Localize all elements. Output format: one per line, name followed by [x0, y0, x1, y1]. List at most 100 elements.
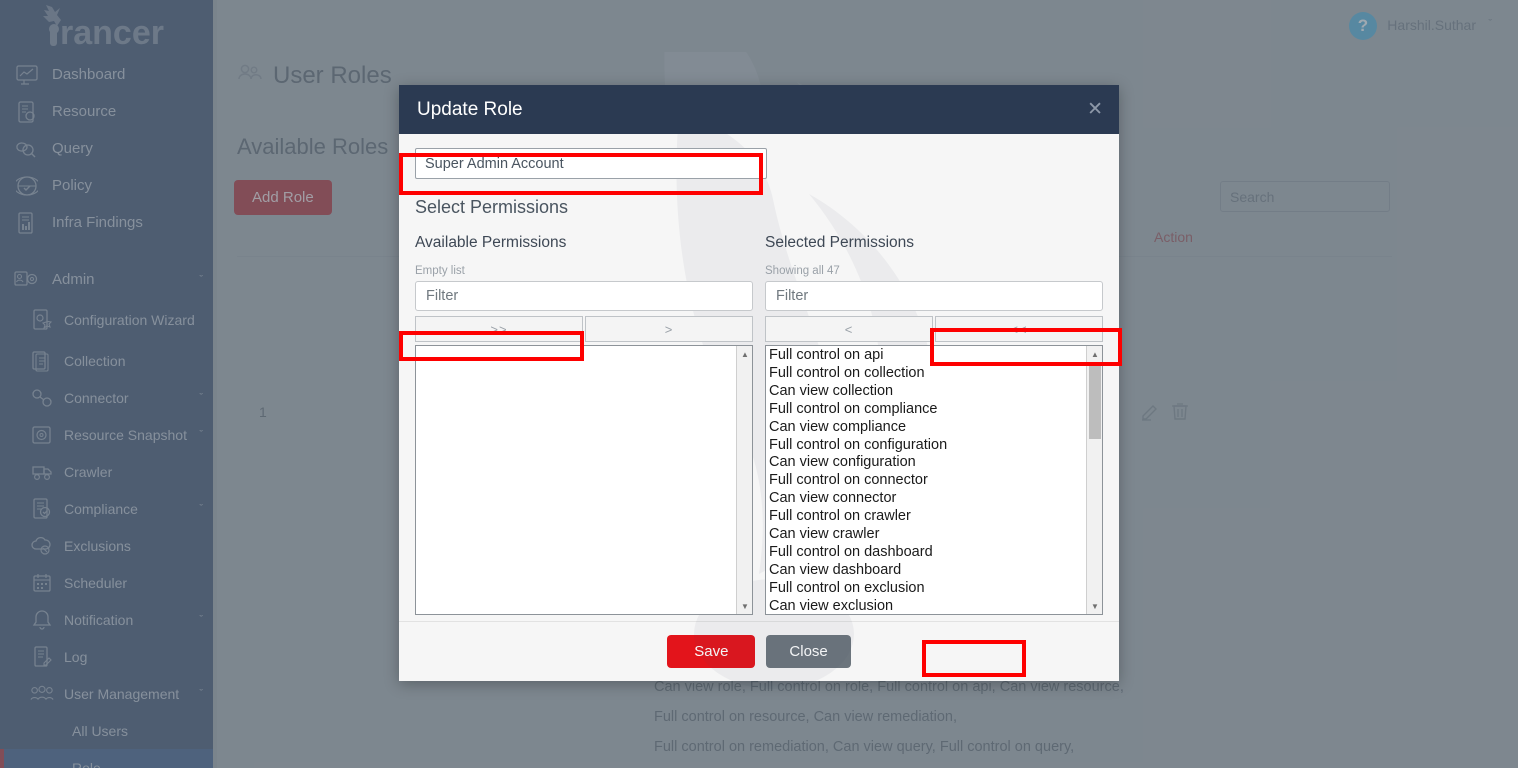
row-index: 1 [259, 404, 267, 420]
permission-list-item[interactable]: Full control on crawler [769, 508, 1086, 526]
sidebar-item-configuration-wizard[interactable]: Configuration Wizard [0, 298, 217, 342]
permission-list-item[interactable]: Full control on connector [769, 472, 1086, 490]
user-management-icon [30, 682, 54, 706]
scroll-up-icon[interactable]: ▲ [1087, 346, 1102, 362]
sidebar-item-compliance[interactable]: Compliance ˇ [0, 490, 217, 527]
permission-list-item[interactable]: Can view exclusion [769, 598, 1086, 614]
dashboard-icon [14, 63, 40, 87]
connector-icon [30, 386, 54, 410]
permission-list-item[interactable]: Can view crawler [769, 526, 1086, 544]
chevron-down-icon: ˇ [199, 687, 203, 700]
sidebar-item-resource-snapshot[interactable]: Resource Snapshot ˇ [0, 416, 217, 453]
configuration-wizard-icon [30, 308, 54, 332]
sidebar-item-query[interactable]: Query [0, 130, 217, 167]
selected-permissions-column: Selected Permissions Showing all 47 < <<… [765, 234, 1103, 615]
svg-text:rancer: rancer [60, 14, 164, 52]
crawler-icon [30, 460, 54, 484]
scroll-down-icon[interactable]: ▼ [737, 598, 752, 614]
permission-list-item[interactable]: Full control on configuration [769, 437, 1086, 455]
scrollbar-thumb[interactable] [1089, 364, 1101, 439]
search-input[interactable] [1220, 181, 1390, 212]
sidebar-item-all-users[interactable]: All Users [0, 712, 217, 749]
user-menu-label[interactable]: Harshil.Suthar [1387, 17, 1476, 33]
update-role-modal: Update Role ✕ Select Permissions Availab… [399, 85, 1119, 689]
chevron-down-icon[interactable]: ˇ [1488, 18, 1492, 30]
sidebar-item-admin[interactable]: Admin ˇ [0, 261, 217, 298]
permission-list-item[interactable]: Can view collection [769, 383, 1086, 401]
add-role-button[interactable]: Add Role [234, 180, 332, 215]
prancer-logo-icon: rancer [43, 5, 164, 52]
permission-list-item[interactable]: Full control on dashboard [769, 544, 1086, 562]
sidebar-item-crawler[interactable]: Crawler [0, 453, 217, 490]
available-permissions-listbox[interactable]: ▲ ▼ [415, 345, 753, 615]
sidebar-item-label: User Management [64, 685, 180, 702]
cancel-button[interactable]: Close [766, 635, 851, 668]
selected-permissions-title: Selected Permissions [765, 234, 915, 251]
admin-icon [14, 268, 40, 292]
permission-list-item[interactable]: Full control on api [769, 347, 1086, 365]
permissions-line: Full control on remediation, Can view qu… [654, 739, 1075, 755]
sidebar-item-log[interactable]: Log [0, 638, 217, 675]
chevron-down-icon: ˇ [199, 613, 203, 626]
compliance-icon [30, 497, 54, 521]
permission-list-item[interactable]: Can view compliance [769, 419, 1086, 437]
sidebar-item-collection[interactable]: Collection [0, 342, 217, 379]
modal-footer: Save Close [399, 621, 1119, 681]
role-name-input[interactable] [415, 148, 767, 179]
sidebar-item-label: Compliance [64, 500, 138, 517]
sidebar-item-infra-findings[interactable]: Infra Findings [0, 204, 217, 241]
chevron-down-icon: ˇ [199, 391, 203, 404]
close-icon[interactable]: ✕ [1087, 100, 1103, 119]
sidebar-item-dashboard[interactable]: Dashboard [0, 56, 217, 93]
modal-title: Update Role [417, 98, 523, 120]
sidebar-item-connector[interactable]: Connector ˇ [0, 379, 217, 416]
row-actions [1132, 401, 1392, 424]
resource-snapshot-icon [30, 423, 54, 447]
sidebar-item-label: Configuration Wizard [64, 311, 195, 328]
move-right-button[interactable]: > [585, 316, 753, 342]
move-left-button[interactable]: < [765, 316, 933, 342]
sidebar-item-notification[interactable]: Notification ˇ [0, 601, 217, 638]
sidebar: rancer Dashboard Resource Query Policy I… [0, 0, 217, 768]
move-all-left-button[interactable]: << [935, 316, 1103, 342]
modal-body: Select Permissions Available Permissions… [399, 114, 1119, 689]
resource-icon [14, 100, 40, 124]
sidebar-item-label: Policy [52, 177, 93, 194]
sidebar-item-label: Infra Findings [52, 214, 143, 231]
move-all-right-button[interactable]: >> [415, 316, 583, 342]
sidebar-item-role[interactable]: Role [0, 749, 217, 768]
permission-list-item[interactable]: Full control on exclusion [769, 580, 1086, 598]
help-icon[interactable]: ? [1349, 12, 1377, 40]
selected-scrollbar[interactable]: ▲ ▼ [1086, 346, 1102, 614]
permission-list-item[interactable]: Can view connector [769, 490, 1086, 508]
selected-permissions-list: Full control on api Full control on colle… [766, 346, 1086, 614]
brand-logo[interactable]: rancer [0, 0, 217, 56]
available-permissions-list [416, 346, 736, 614]
selected-filter-input[interactable] [765, 281, 1103, 311]
scroll-down-icon[interactable]: ▼ [1087, 598, 1102, 614]
permission-list-item[interactable]: Full control on compliance [769, 401, 1086, 419]
sidebar-item-scheduler[interactable]: Scheduler [0, 564, 217, 601]
sidebar-item-user-management[interactable]: User Management ˇ [0, 675, 217, 712]
selected-permissions-listbox[interactable]: Full control on api Full control on colle… [765, 345, 1103, 615]
scroll-up-icon[interactable]: ▲ [737, 346, 752, 362]
sidebar-item-exclusions[interactable]: Exclusions [0, 527, 217, 564]
save-button[interactable]: Save [667, 635, 756, 668]
delete-icon[interactable] [1170, 401, 1190, 424]
available-filter-input[interactable] [415, 281, 753, 311]
edit-icon[interactable] [1140, 401, 1160, 424]
policy-icon [14, 174, 40, 198]
sidebar-item-label: Resource Snapshot [64, 426, 187, 443]
sidebar-item-resource[interactable]: Resource [0, 93, 217, 130]
available-permissions-status: Empty list [415, 265, 465, 277]
available-scrollbar[interactable]: ▲ ▼ [736, 346, 752, 614]
sidebar-item-policy[interactable]: Policy [0, 167, 217, 204]
available-transfer-buttons: >> > [415, 316, 753, 342]
table-header-action: Action [1154, 229, 1193, 245]
permission-list-item[interactable]: Can view dashboard [769, 562, 1086, 580]
permission-list-item[interactable]: Can view configuration [769, 454, 1086, 472]
sidebar-item-label: Connector [64, 389, 129, 406]
sidebar-item-label: Scheduler [64, 574, 128, 591]
permission-list-item[interactable]: Full control on collection [769, 365, 1086, 383]
notification-icon [30, 608, 54, 632]
